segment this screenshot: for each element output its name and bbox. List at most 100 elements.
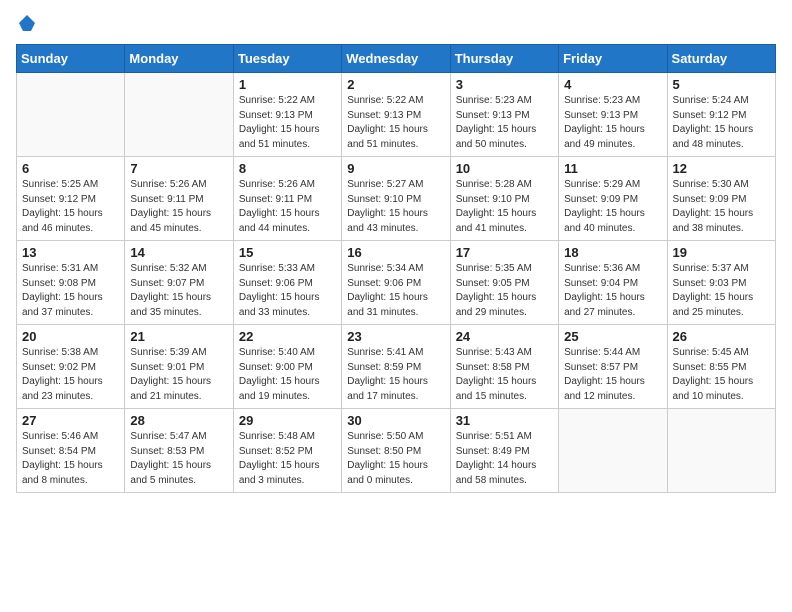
calendar-cell: 18 Sunrise: 5:36 AM Sunset: 9:04 PM Dayli… xyxy=(559,241,667,325)
calendar-cell: 10 Sunrise: 5:28 AM Sunset: 9:10 PM Dayli… xyxy=(450,157,558,241)
day-number: 30 xyxy=(347,413,444,428)
day-number: 31 xyxy=(456,413,553,428)
logo xyxy=(16,16,36,32)
calendar-cell: 26 Sunrise: 5:45 AM Sunset: 8:55 PM Dayli… xyxy=(667,325,775,409)
calendar-week-row: 20 Sunrise: 5:38 AM Sunset: 9:02 PM Dayli… xyxy=(17,325,776,409)
day-number: 1 xyxy=(239,77,336,92)
calendar-cell: 25 Sunrise: 5:44 AM Sunset: 8:57 PM Dayli… xyxy=(559,325,667,409)
calendar-week-row: 13 Sunrise: 5:31 AM Sunset: 9:08 PM Dayli… xyxy=(17,241,776,325)
calendar-cell: 8Sunrise: 5:26 AM Sunset: 9:11 PM Daylig… xyxy=(233,157,341,241)
calendar-cell: 6Sunrise: 5:25 AM Sunset: 9:12 PM Daylig… xyxy=(17,157,125,241)
day-number: 13 xyxy=(22,245,119,260)
logo-icon xyxy=(18,14,36,32)
day-info: Sunrise: 5:23 AM Sunset: 9:13 PM Dayligh… xyxy=(564,94,661,152)
calendar-cell: 27 Sunrise: 5:46 AM Sunset: 8:54 PM Dayli… xyxy=(17,409,125,493)
day-number: 27 xyxy=(22,413,119,428)
calendar-cell: 15 Sunrise: 5:33 AM Sunset: 9:06 PM Dayli… xyxy=(233,241,341,325)
day-info: Sunrise: 5:40 AM Sunset: 9:00 PM Dayligh… xyxy=(239,346,336,404)
calendar-cell: 31 Sunrise: 5:51 AM Sunset: 8:49 PM Dayli… xyxy=(450,409,558,493)
calendar-cell: 14 Sunrise: 5:32 AM Sunset: 9:07 PM Dayli… xyxy=(125,241,233,325)
day-info: Sunrise: 5:24 AM Sunset: 9:12 PM Dayligh… xyxy=(673,94,770,152)
calendar-cell: 11Sunrise: 5:29 AM Sunset: 9:09 PM Dayli… xyxy=(559,157,667,241)
day-info: Sunrise: 5:23 AM Sunset: 9:13 PM Dayligh… xyxy=(456,94,553,152)
day-number: 23 xyxy=(347,329,444,344)
day-number: 29 xyxy=(239,413,336,428)
day-number: 16 xyxy=(347,245,444,260)
day-info: Sunrise: 5:26 AM Sunset: 9:11 PM Dayligh… xyxy=(130,178,227,236)
calendar-cell: 23 Sunrise: 5:41 AM Sunset: 8:59 PM Dayli… xyxy=(342,325,450,409)
day-info: Sunrise: 5:32 AM Sunset: 9:07 PM Dayligh… xyxy=(130,262,227,320)
calendar-cell: 9Sunrise: 5:27 AM Sunset: 9:10 PM Daylig… xyxy=(342,157,450,241)
day-info: Sunrise: 5:48 AM Sunset: 8:52 PM Dayligh… xyxy=(239,430,336,488)
day-number: 12 xyxy=(673,161,770,176)
day-info: Sunrise: 5:30 AM Sunset: 9:09 PM Dayligh… xyxy=(673,178,770,236)
calendar-cell xyxy=(17,73,125,157)
calendar-cell: 5 Sunrise: 5:24 AM Sunset: 9:12 PM Daylig… xyxy=(667,73,775,157)
day-info: Sunrise: 5:50 AM Sunset: 8:50 PM Dayligh… xyxy=(347,430,444,488)
day-number: 19 xyxy=(673,245,770,260)
day-number: 22 xyxy=(239,329,336,344)
day-info: Sunrise: 5:43 AM Sunset: 8:58 PM Dayligh… xyxy=(456,346,553,404)
day-info: Sunrise: 5:34 AM Sunset: 9:06 PM Dayligh… xyxy=(347,262,444,320)
day-number: 14 xyxy=(130,245,227,260)
day-number: 25 xyxy=(564,329,661,344)
calendar-cell xyxy=(667,409,775,493)
weekday-header: Sunday xyxy=(17,45,125,73)
weekday-header: Wednesday xyxy=(342,45,450,73)
calendar-cell: 7 Sunrise: 5:26 AM Sunset: 9:11 PM Daylig… xyxy=(125,157,233,241)
calendar-cell: 2 Sunrise: 5:22 AM Sunset: 9:13 PM Daylig… xyxy=(342,73,450,157)
header xyxy=(16,16,776,32)
day-number: 18 xyxy=(564,245,661,260)
day-info: Sunrise: 5:38 AM Sunset: 9:02 PM Dayligh… xyxy=(22,346,119,404)
weekday-header: Saturday xyxy=(667,45,775,73)
day-number: 2 xyxy=(347,77,444,92)
day-info: Sunrise: 5:39 AM Sunset: 9:01 PM Dayligh… xyxy=(130,346,227,404)
day-number: 21 xyxy=(130,329,227,344)
day-info: Sunrise: 5:51 AM Sunset: 8:49 PM Dayligh… xyxy=(456,430,553,488)
calendar-cell: 22 Sunrise: 5:40 AM Sunset: 9:00 PM Dayli… xyxy=(233,325,341,409)
day-info: Sunrise: 5:26 AM Sunset: 9:11 PM Dayligh… xyxy=(239,178,336,236)
day-info: Sunrise: 5:28 AM Sunset: 9:10 PM Dayligh… xyxy=(456,178,553,236)
day-info: Sunrise: 5:27 AM Sunset: 9:10 PM Dayligh… xyxy=(347,178,444,236)
day-number: 10 xyxy=(456,161,553,176)
calendar-table: SundayMondayTuesdayWednesdayThursdayFrid… xyxy=(16,44,776,493)
weekday-header: Friday xyxy=(559,45,667,73)
day-number: 15 xyxy=(239,245,336,260)
day-number: 11 xyxy=(564,161,661,176)
day-number: 17 xyxy=(456,245,553,260)
weekday-header-row: SundayMondayTuesdayWednesdayThursdayFrid… xyxy=(17,45,776,73)
day-info: Sunrise: 5:45 AM Sunset: 8:55 PM Dayligh… xyxy=(673,346,770,404)
day-number: 28 xyxy=(130,413,227,428)
day-number: 24 xyxy=(456,329,553,344)
day-info: Sunrise: 5:41 AM Sunset: 8:59 PM Dayligh… xyxy=(347,346,444,404)
day-info: Sunrise: 5:47 AM Sunset: 8:53 PM Dayligh… xyxy=(130,430,227,488)
calendar-cell: 1 Sunrise: 5:22 AM Sunset: 9:13 PM Daylig… xyxy=(233,73,341,157)
day-info: Sunrise: 5:25 AM Sunset: 9:12 PM Dayligh… xyxy=(22,178,119,236)
day-info: Sunrise: 5:22 AM Sunset: 9:13 PM Dayligh… xyxy=(239,94,336,152)
day-number: 26 xyxy=(673,329,770,344)
day-info: Sunrise: 5:35 AM Sunset: 9:05 PM Dayligh… xyxy=(456,262,553,320)
calendar-cell: 28 Sunrise: 5:47 AM Sunset: 8:53 PM Dayli… xyxy=(125,409,233,493)
calendar-week-row: 1 Sunrise: 5:22 AM Sunset: 9:13 PM Daylig… xyxy=(17,73,776,157)
day-info: Sunrise: 5:31 AM Sunset: 9:08 PM Dayligh… xyxy=(22,262,119,320)
day-number: 5 xyxy=(673,77,770,92)
calendar-cell: 20 Sunrise: 5:38 AM Sunset: 9:02 PM Dayli… xyxy=(17,325,125,409)
calendar-cell: 17 Sunrise: 5:35 AM Sunset: 9:05 PM Dayli… xyxy=(450,241,558,325)
day-number: 7 xyxy=(130,161,227,176)
weekday-header: Monday xyxy=(125,45,233,73)
day-number: 20 xyxy=(22,329,119,344)
day-info: Sunrise: 5:46 AM Sunset: 8:54 PM Dayligh… xyxy=(22,430,119,488)
day-info: Sunrise: 5:37 AM Sunset: 9:03 PM Dayligh… xyxy=(673,262,770,320)
calendar-cell: 24 Sunrise: 5:43 AM Sunset: 8:58 PM Dayli… xyxy=(450,325,558,409)
calendar-week-row: 6Sunrise: 5:25 AM Sunset: 9:12 PM Daylig… xyxy=(17,157,776,241)
day-info: Sunrise: 5:44 AM Sunset: 8:57 PM Dayligh… xyxy=(564,346,661,404)
day-info: Sunrise: 5:36 AM Sunset: 9:04 PM Dayligh… xyxy=(564,262,661,320)
day-info: Sunrise: 5:33 AM Sunset: 9:06 PM Dayligh… xyxy=(239,262,336,320)
calendar-cell: 19 Sunrise: 5:37 AM Sunset: 9:03 PM Dayli… xyxy=(667,241,775,325)
day-info: Sunrise: 5:22 AM Sunset: 9:13 PM Dayligh… xyxy=(347,94,444,152)
weekday-header: Thursday xyxy=(450,45,558,73)
day-number: 3 xyxy=(456,77,553,92)
day-number: 4 xyxy=(564,77,661,92)
calendar-cell: 21 Sunrise: 5:39 AM Sunset: 9:01 PM Dayli… xyxy=(125,325,233,409)
weekday-header: Tuesday xyxy=(233,45,341,73)
